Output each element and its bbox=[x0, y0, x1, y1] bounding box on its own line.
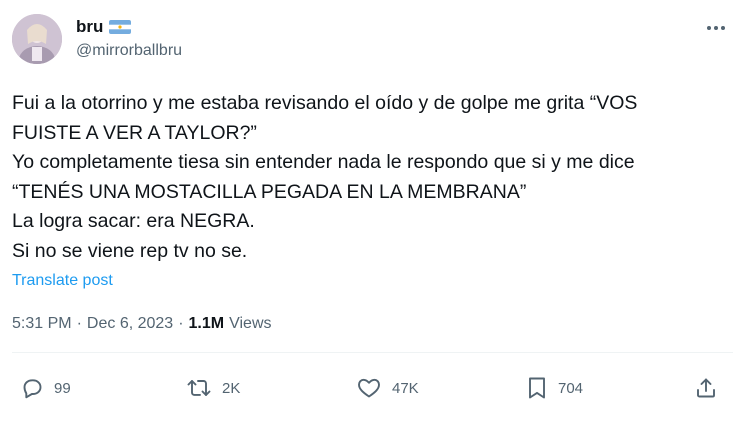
post-date[interactable]: Dec 6, 2023 bbox=[87, 315, 173, 333]
bookmark-icon bbox=[526, 375, 548, 401]
display-name-row: bru bbox=[76, 15, 182, 39]
avatar[interactable] bbox=[12, 14, 62, 64]
user-handle[interactable]: @mirrorballbru bbox=[76, 42, 182, 60]
repost-icon bbox=[186, 376, 212, 400]
meta-separator: · bbox=[76, 315, 82, 332]
reply-icon bbox=[20, 376, 44, 400]
display-name[interactable]: bru bbox=[76, 17, 103, 37]
tweet-text-line: Si no se viene rep tv no se. bbox=[12, 239, 248, 262]
divider bbox=[12, 352, 733, 353]
tweet-text-line: Yo completamente tiesa sin entender nada… bbox=[12, 151, 635, 173]
reply-button[interactable]: 99 bbox=[20, 370, 71, 406]
views-label: Views bbox=[229, 315, 272, 332]
bookmark-count: 704 bbox=[558, 379, 584, 397]
post-time[interactable]: 5:31 PM bbox=[12, 315, 72, 333]
views-count[interactable]: 1.1M bbox=[189, 315, 225, 333]
tweet-text-line: Fui a la otorrino y me estaba revisando … bbox=[12, 92, 638, 114]
bookmark-button[interactable]: 704 bbox=[526, 370, 583, 406]
more-icon bbox=[706, 25, 726, 31]
tweet-text-line: La logra sacar: era NEGRA. bbox=[12, 210, 255, 232]
action-bar: 99 2K 47K 704 bbox=[0, 370, 745, 406]
share-button[interactable] bbox=[694, 370, 718, 406]
like-count: 47K bbox=[392, 379, 419, 397]
share-icon bbox=[694, 376, 718, 400]
tweet-meta: 5:31 PM · Dec 6, 2023 · 1.1M Views bbox=[12, 315, 272, 333]
repost-button[interactable]: 2K bbox=[186, 370, 240, 406]
avatar-image bbox=[12, 14, 62, 64]
argentina-flag-icon bbox=[109, 20, 132, 34]
tweet-card: bru @mirrorballbru Fui a la otorrino y m… bbox=[0, 0, 745, 422]
tweet-text-line: FUISTE A VER A TAYLOR?” bbox=[12, 121, 257, 144]
meta-separator: · bbox=[178, 315, 184, 332]
tweet-text-line: “TENÉS UNA MOSTACILLA PEGADA EN LA MEMBR… bbox=[12, 180, 527, 203]
reply-count: 99 bbox=[54, 379, 71, 397]
tweet-text: Fui a la otorrino y me estaba revisando … bbox=[12, 89, 732, 266]
repost-count: 2K bbox=[222, 379, 241, 397]
like-button[interactable]: 47K bbox=[356, 370, 419, 406]
user-info: bru @mirrorballbru bbox=[76, 15, 182, 60]
more-options-button[interactable] bbox=[699, 14, 733, 42]
translate-post-link[interactable]: Translate post bbox=[12, 272, 113, 290]
heart-icon bbox=[356, 376, 382, 400]
